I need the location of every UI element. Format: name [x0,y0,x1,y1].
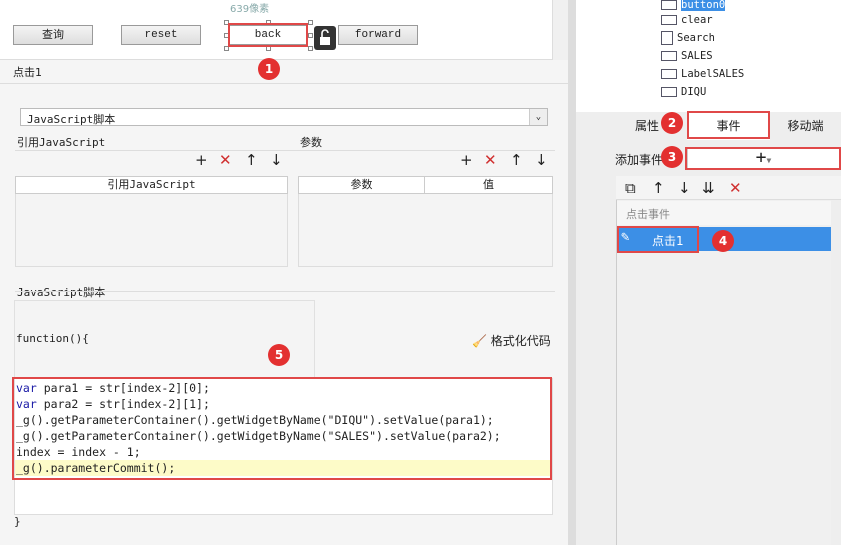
delete-icon[interactable]: ✕ [484,153,497,168]
pixel-width-label: 639像素 [230,4,270,15]
function-open: function(){ [16,332,89,345]
annotation-box-2 [687,111,770,139]
canvas-scrollbar[interactable] [552,0,568,60]
annotation-badge-1: 1 [258,58,280,80]
add-event-label: 添加事件 [615,153,664,167]
resize-handle[interactable] [308,46,313,51]
label-icon [661,69,677,79]
action-type-value: JavaScript脚本 [27,113,116,126]
arrow-up-icon[interactable]: ↑ [652,181,665,196]
unlock-icon[interactable] [314,26,336,50]
arrow-down-icon[interactable]: ↓ [678,181,691,196]
combo-icon [661,87,677,97]
tree-item[interactable]: LabelSALES [661,66,744,82]
script-section-label: JavaScript脚本 [17,286,106,299]
resize-handle[interactable] [308,33,313,38]
tree-item[interactable]: Search [661,30,715,46]
event-title: 点击1 [13,66,42,79]
combo-icon [661,51,677,61]
tab-mobile[interactable]: 移动端 [770,113,841,140]
chevron-down-icon[interactable]: ⌄ [529,109,547,125]
annotation-box-4 [617,226,699,253]
query-button[interactable]: 查询 [13,25,93,45]
editor-scrollbar[interactable] [568,0,576,545]
ref-js-label: 引用JavaScript [17,136,106,149]
param-column-header[interactable]: 参数 [298,176,425,194]
divider [15,150,555,151]
tree-item-label: Search [677,32,715,44]
params-label: 参数 [300,136,322,149]
search-icon [661,31,673,45]
divider [0,83,568,84]
annotation-badge-3: 3 [661,146,683,168]
value-column-header[interactable]: 值 [424,176,553,194]
arrow-up-icon[interactable]: ↑ [510,153,523,168]
annotation-box-5 [12,377,552,480]
delete-icon[interactable]: ✕ [729,181,742,196]
reset-button[interactable]: reset [121,25,201,45]
event-group-label: 点击事件 [626,208,670,221]
tree-item[interactable]: SALES [661,48,713,64]
format-code-button[interactable]: 🧹 格式化代码 [472,332,551,349]
button-icon [661,15,677,25]
arrow-down-icon[interactable]: ↓ [535,153,548,168]
move-to-bottom-icon[interactable]: ⇊ [702,181,715,196]
arrow-down-icon[interactable]: ↓ [270,153,283,168]
annotation-box-3 [685,147,841,170]
divider [15,291,555,292]
broom-icon: 🧹 [472,334,487,348]
tree-item[interactable]: DIQU [661,84,706,100]
tree-item[interactable]: clear [661,12,713,28]
resize-handle[interactable] [308,20,313,25]
add-icon[interactable]: + [460,153,473,168]
arrow-up-icon[interactable]: ↑ [245,153,258,168]
annotation-badge-2: 2 [661,112,683,134]
button-icon [661,0,677,10]
action-type-select[interactable]: JavaScript脚本 ⌄ [20,108,548,126]
tree-item-label: clear [681,14,713,26]
ref-js-column-header[interactable]: 引用JavaScript [15,176,288,194]
tree-item-label: SALES [681,50,713,62]
annotation-badge-5: 5 [268,344,290,366]
forward-button[interactable]: forward [338,25,418,45]
copy-icon[interactable]: ⧉ [625,181,636,196]
format-code-label: 格式化代码 [490,334,551,348]
annotation-box-1 [228,23,308,47]
annotation-badge-4: 4 [712,230,734,252]
tree-item-label: DIQU [681,86,707,98]
function-close: } [14,515,21,528]
delete-icon[interactable]: ✕ [219,153,232,168]
tree-item-label: button0 [681,0,726,11]
add-icon[interactable]: + [195,153,208,168]
tree-item-label: LabelSALES [681,68,745,80]
